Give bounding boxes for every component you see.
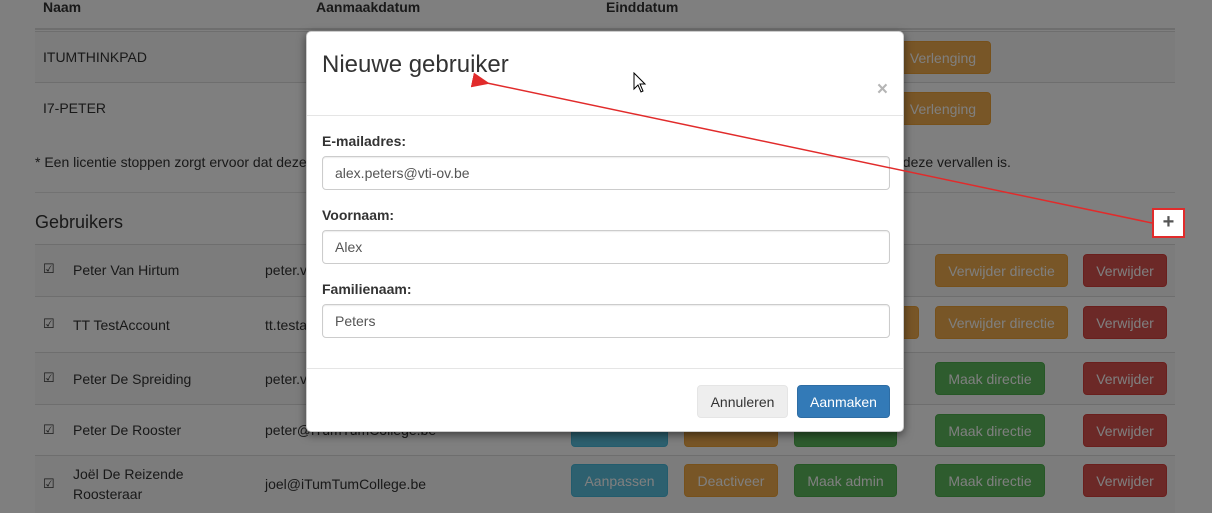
annotation-arrow bbox=[470, 72, 1153, 224]
mouse-cursor-icon bbox=[633, 72, 647, 93]
